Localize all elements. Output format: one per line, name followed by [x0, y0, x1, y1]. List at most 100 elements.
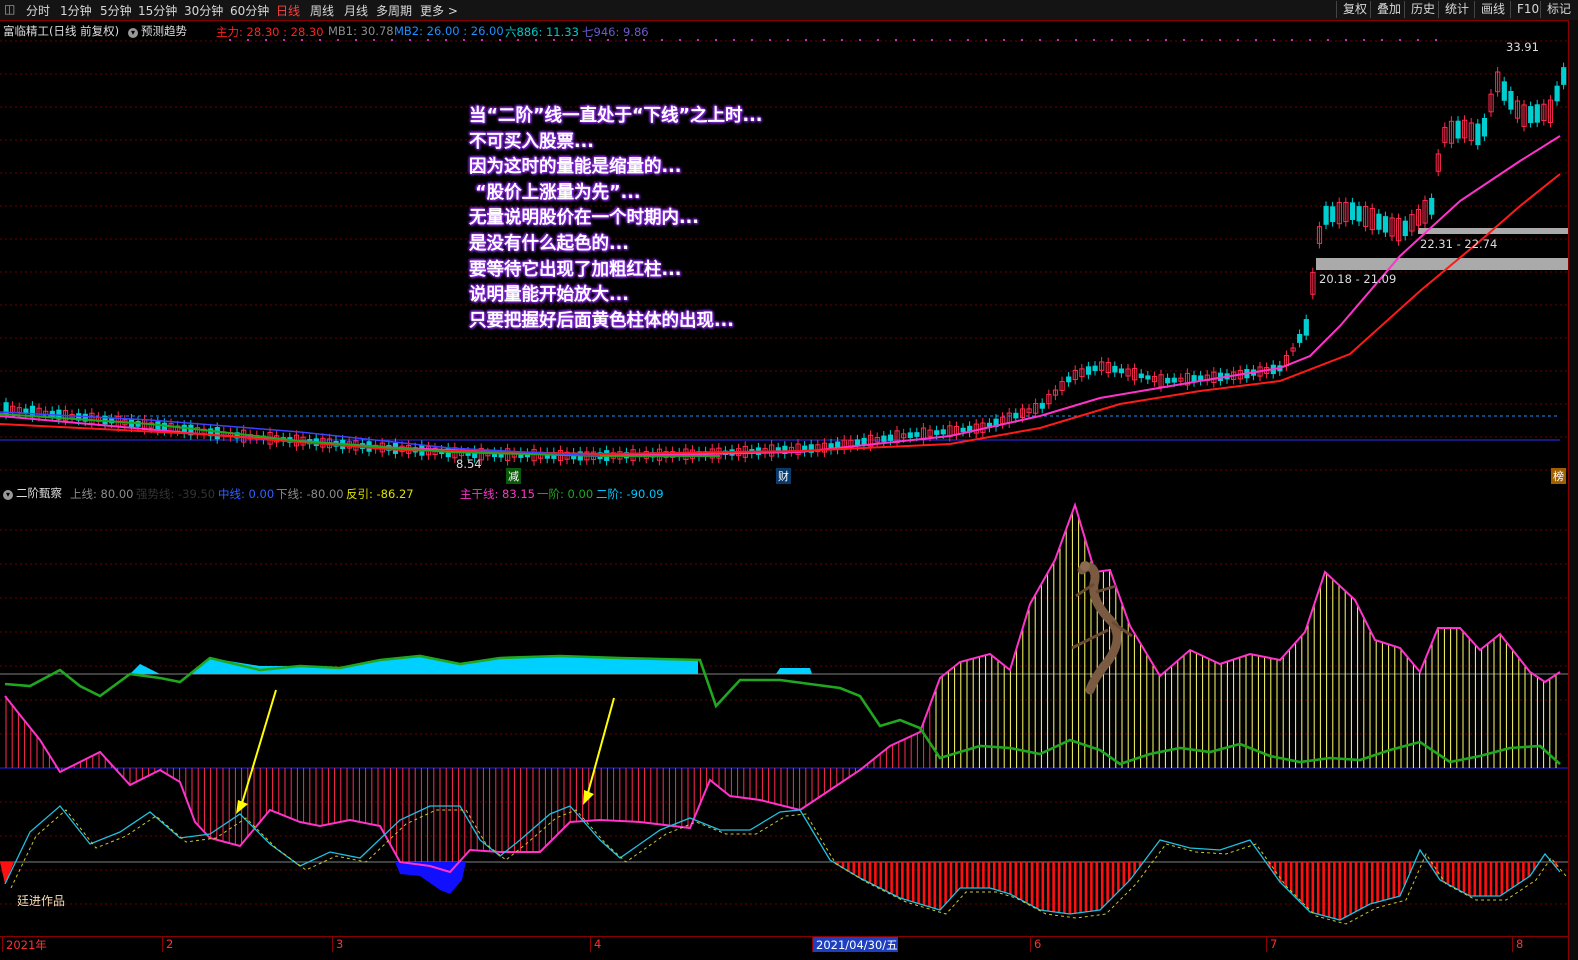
- candle-body: [1561, 67, 1567, 85]
- overlay-button[interactable]: 叠加: [1370, 1, 1407, 18]
- signal-dot: [1093, 39, 1095, 41]
- draw-button[interactable]: 画线: [1474, 1, 1511, 18]
- candle-body: [1323, 205, 1329, 225]
- time-tick: 8: [1512, 937, 1523, 952]
- fuquan-button[interactable]: 复权: [1336, 1, 1373, 18]
- signal-dot: [985, 39, 987, 41]
- candle-body: [881, 435, 887, 442]
- mark-button[interactable]: 标记: [1540, 1, 1577, 18]
- annotation-line: 是没有什么起色的...: [469, 233, 629, 254]
- indicator-name: 二阶甄察: [16, 486, 62, 500]
- annotation-line: 因为这时的量能是缩量的...: [469, 157, 682, 178]
- signal-dot: [661, 39, 663, 41]
- candle-body: [1508, 90, 1514, 110]
- right-scale-bar: [1568, 20, 1578, 960]
- signal-dot: [535, 39, 537, 41]
- tab-5min[interactable]: 5分钟: [100, 2, 132, 19]
- tab-fenshi[interactable]: 分时: [26, 2, 50, 19]
- signal-dot: [1003, 39, 1005, 41]
- signal-dot: [859, 39, 861, 41]
- candle-body: [861, 437, 867, 446]
- signal-dot: [823, 39, 825, 41]
- candle-body: [1118, 368, 1125, 374]
- arrow-pointer: [239, 689, 277, 811]
- candle-body: [1085, 366, 1092, 375]
- candle-body: [1455, 120, 1461, 139]
- signal-dot: [805, 39, 807, 41]
- low-price-label: 8.54: [456, 457, 482, 471]
- indicator-toggle[interactable]: ▾ 二阶甄察: [3, 485, 62, 501]
- tab-30min[interactable]: 30分钟: [184, 2, 223, 19]
- candle-body: [23, 408, 29, 414]
- list-marker[interactable]: 榜: [1551, 468, 1566, 484]
- cyan-fill-area: [776, 668, 812, 674]
- author-label: 廷进作品: [17, 894, 66, 908]
- signal-dot: [751, 39, 753, 41]
- time-axis: 2021年 2 3 4 2021/04/30/五 6 7 8: [0, 936, 1568, 953]
- tab-60min[interactable]: 60分钟: [230, 2, 269, 19]
- candle-body: [1297, 333, 1303, 343]
- signal-dot: [481, 39, 483, 41]
- reduce-marker[interactable]: 减: [506, 468, 521, 484]
- signal-dot: [319, 39, 321, 41]
- signal-dot: [1021, 39, 1023, 41]
- candle-body: [1501, 81, 1507, 101]
- candle-body: [1066, 376, 1072, 383]
- candle-body: [1429, 197, 1435, 215]
- tab-multi-period[interactable]: 多周期: [376, 2, 412, 19]
- signal-dot: [1237, 39, 1239, 41]
- signal-dot: [1381, 39, 1383, 41]
- signal-dot: [715, 39, 717, 41]
- tab-more[interactable]: 更多 >: [420, 2, 458, 19]
- ma-pink-line: [0, 135, 1561, 458]
- stats-button[interactable]: 统计: [1438, 1, 1475, 18]
- signal-dot: [553, 39, 555, 41]
- signal-dot: [697, 39, 699, 41]
- time-tick: 2: [162, 937, 173, 952]
- candle-body: [1481, 117, 1488, 137]
- candle-body: [940, 429, 946, 435]
- tab-1min[interactable]: 1分钟: [60, 2, 92, 19]
- tab-monthly[interactable]: 月线: [344, 2, 368, 19]
- signal-dot: [373, 39, 375, 41]
- signal-dot: [625, 39, 627, 41]
- candle-body: [1165, 377, 1171, 384]
- annotation-text: 当“二阶”线一直处于“下线”之上时... 不可买入股票... 因为这时的量能是缩…: [469, 104, 762, 334]
- signal-dot: [265, 39, 267, 41]
- signal-dot: [463, 39, 465, 41]
- annotation-line: 要等待它出现了加粗红柱...: [469, 259, 682, 280]
- signal-dot: [1039, 39, 1041, 41]
- panel-toggle-icon[interactable]: ◫: [4, 2, 15, 16]
- signal-dot: [355, 39, 357, 41]
- candle-body: [1376, 213, 1382, 230]
- tab-15min[interactable]: 15分钟: [138, 2, 177, 19]
- signal-dot: [1417, 39, 1419, 41]
- history-button[interactable]: 历史: [1404, 1, 1441, 18]
- candle-body: [1382, 216, 1389, 233]
- candle-body: [1349, 202, 1356, 220]
- signal-dot: [1183, 39, 1185, 41]
- cursor-date: 2021/04/30/五: [812, 937, 898, 952]
- finance-marker[interactable]: 财: [776, 468, 791, 484]
- candle-body: [1303, 319, 1309, 336]
- signal-dot: [733, 39, 735, 41]
- signal-dot: [1147, 39, 1149, 41]
- signal-dot: [571, 39, 573, 41]
- candle-body: [1171, 377, 1177, 383]
- signal-dot: [1327, 39, 1329, 41]
- candle-body: [1039, 402, 1045, 409]
- tab-weekly[interactable]: 周线: [310, 2, 334, 19]
- indicator-chart[interactable]: [0, 500, 1568, 936]
- time-tick: 3: [332, 937, 343, 952]
- signal-dot: [967, 39, 969, 41]
- candle-body: [934, 430, 940, 435]
- candle-body: [1112, 365, 1118, 373]
- signal-dot: [1057, 39, 1059, 41]
- signal-dot: [1399, 39, 1401, 41]
- signal-dot: [1075, 39, 1077, 41]
- candle-body: [1092, 365, 1098, 372]
- candle-body: [214, 426, 220, 440]
- candlestick-chart[interactable]: [0, 36, 1568, 484]
- signal-dot: [841, 39, 843, 41]
- tab-daily[interactable]: 日线: [276, 2, 300, 19]
